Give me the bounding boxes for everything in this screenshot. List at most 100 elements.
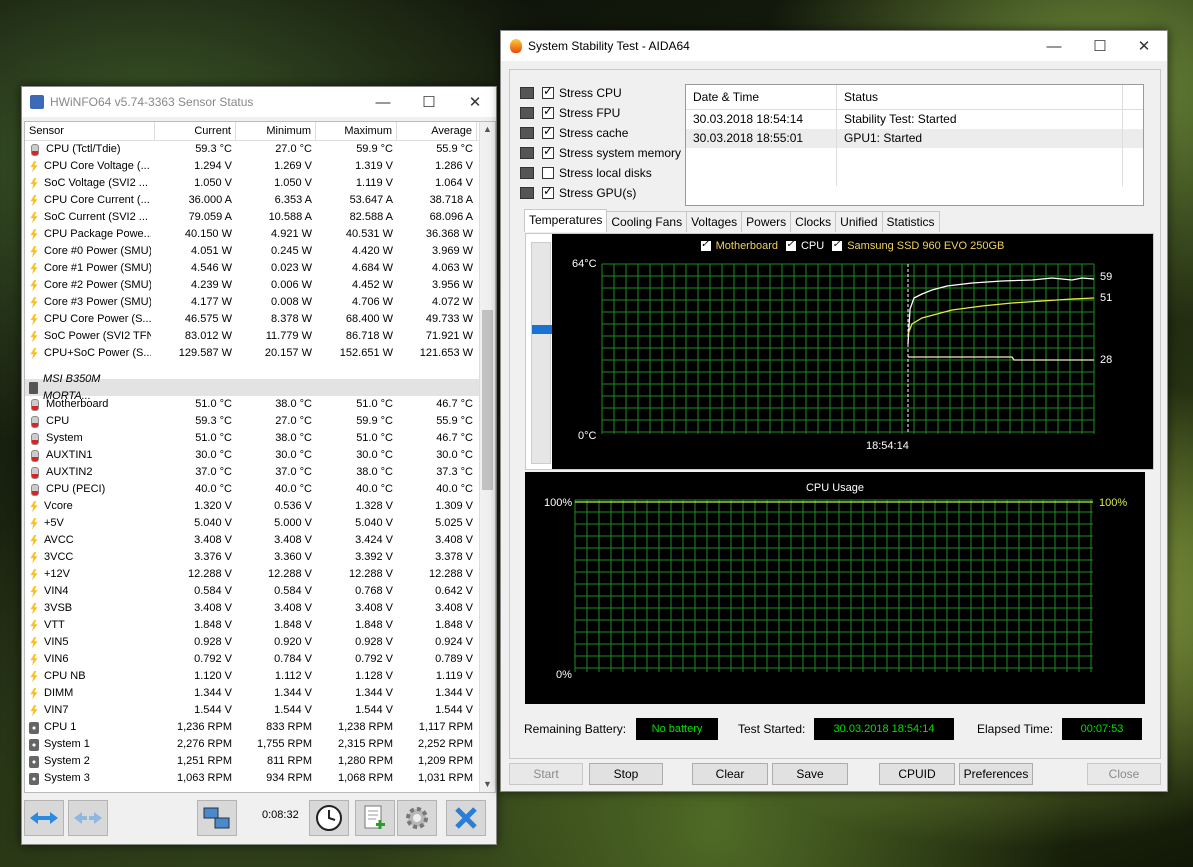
sensor-row[interactable]: VIN6 0.792 V 0.784 V 0.792 V 0.789 V — [25, 651, 495, 668]
maximize-icon[interactable]: ☐ — [1077, 31, 1123, 61]
stress-checkbox[interactable] — [542, 167, 554, 179]
sensor-row[interactable]: CPU Core Power (S... 46.575 W 8.378 W 68.40… — [25, 311, 495, 328]
save-button[interactable]: Save — [772, 763, 848, 785]
sensor-row[interactable]: CPU+SoC Power (S... 129.587 W 20.157 W 152.… — [25, 345, 495, 362]
stress-option[interactable]: Stress local disks — [520, 164, 652, 182]
sensor-current: 2,276 RPM — [176, 738, 232, 750]
stress-option[interactable]: Stress GPU(s) — [520, 184, 636, 202]
nav-both-arrows-button[interactable] — [24, 800, 64, 836]
minimize-icon[interactable]: — — [360, 87, 406, 117]
sensor-row[interactable]: +12V 12.288 V 12.288 V 12.288 V 12.288 V — [25, 566, 495, 583]
sensor-group-header[interactable]: MSI B350M MORTA... — [25, 373, 495, 402]
tab-powers[interactable]: Powers — [741, 211, 792, 232]
stress-checkbox[interactable] — [542, 105, 554, 119]
clock-button[interactable] — [309, 800, 349, 836]
report-button[interactable] — [355, 800, 395, 836]
sensor-row[interactable]: 3VSB 3.408 V 3.408 V 3.408 V 3.408 V — [25, 600, 495, 617]
sensor-row[interactable]: SoC Voltage (SVI2 ... 1.050 V 1.050 V 1.119… — [25, 175, 495, 192]
sensor-row[interactable]: Vcore 1.320 V 0.536 V 1.328 V 1.309 V — [25, 498, 495, 515]
sensor-row[interactable]: CPU Core Current (... 36.000 A 6.353 A 53.6… — [25, 192, 495, 209]
cpuid-button[interactable]: CPUID — [879, 763, 955, 785]
clear-button[interactable]: Clear — [692, 763, 768, 785]
chart-slider[interactable] — [531, 242, 556, 464]
maximize-icon[interactable]: ☐ — [406, 87, 452, 117]
col-average[interactable]: Average — [397, 122, 477, 140]
stress-option[interactable]: Stress cache — [520, 124, 628, 142]
tab-voltages[interactable]: Voltages — [686, 211, 743, 232]
tab-unified[interactable]: Unified — [835, 211, 883, 232]
usage-graph — [574, 499, 1093, 672]
sensor-row[interactable]: Core #1 Power (SMU) 4.546 W 0.023 W 4.684 W… — [25, 260, 495, 277]
clock-icon — [316, 805, 342, 831]
log-row[interactable]: 30.03.2018 18:54:14 Stability Test: Star… — [686, 110, 1143, 129]
stress-option[interactable]: Stress FPU — [520, 104, 620, 122]
sensor-row[interactable]: CPU (Tctl/Tdie) 59.3 °C 27.0 °C 59.9 °C 55.9… — [25, 141, 495, 158]
close-icon[interactable]: ✕ — [452, 87, 498, 117]
sensor-name: System 3 — [44, 772, 90, 784]
col-minimum[interactable]: Minimum — [236, 122, 316, 140]
sensor-row[interactable]: CPU (PECI) 40.0 °C 40.0 °C 40.0 °C 40.0 °C — [25, 481, 495, 498]
scroll-down-icon[interactable]: ▼ — [480, 777, 495, 792]
sensor-row[interactable]: CPU Core Voltage (... 1.294 V 1.269 V 1.319… — [25, 158, 495, 175]
stress-checkbox[interactable] — [542, 185, 554, 199]
sensor-row[interactable]: CPU 59.3 °C 27.0 °C 59.9 °C 55.9 °C — [25, 413, 495, 430]
network-button[interactable] — [197, 800, 237, 836]
fan-icon — [29, 721, 39, 734]
sensor-row[interactable]: Core #3 Power (SMU) 4.177 W 0.008 W 4.706 W… — [25, 294, 495, 311]
sensor-row[interactable]: AVCC 3.408 V 3.408 V 3.424 V 3.408 V — [25, 532, 495, 549]
nav-collapse-button[interactable] — [68, 800, 108, 836]
sensor-row[interactable]: Core #2 Power (SMU) 4.239 W 0.006 W 4.452 W… — [25, 277, 495, 294]
sensor-row[interactable]: System 51.0 °C 38.0 °C 51.0 °C 46.7 °C — [25, 430, 495, 447]
sensor-row[interactable]: System 1 2,276 RPM 1,755 RPM 2,315 RPM 2,252… — [25, 736, 495, 753]
stress-checkbox[interactable] — [542, 85, 554, 99]
sensor-row[interactable]: AUXTIN1 30.0 °C 30.0 °C 30.0 °C 30.0 °C — [25, 447, 495, 464]
tab-statistics[interactable]: Statistics — [881, 211, 940, 232]
log-col-datetime[interactable]: Date & Time — [686, 85, 837, 109]
sensor-row[interactable]: VIN7 1.544 V 1.544 V 1.544 V 1.544 V — [25, 702, 495, 719]
aida-titlebar[interactable]: System Stability Test - AIDA64 — ☐ ✕ — [501, 31, 1167, 61]
cpu-usage-chart: CPU Usage 100% 0% 100% — [525, 472, 1145, 704]
stop-button[interactable]: Stop — [589, 763, 663, 785]
col-current[interactable]: Current — [155, 122, 236, 140]
stress-checkbox[interactable] — [542, 145, 554, 159]
sensor-row[interactable]: VIN5 0.928 V 0.920 V 0.928 V 0.924 V — [25, 634, 495, 651]
vertical-scrollbar[interactable]: ▲ ▼ — [479, 122, 495, 792]
scrollbar-thumb[interactable] — [482, 310, 493, 490]
sensor-row[interactable]: System 3 1,063 RPM 934 RPM 1,068 RPM 1,031 R… — [25, 770, 495, 787]
close-icon[interactable]: ✕ — [1121, 31, 1167, 61]
sensor-row[interactable]: DIMM 1.344 V 1.344 V 1.344 V 1.344 V — [25, 685, 495, 702]
log-col-status[interactable]: Status — [837, 85, 1123, 109]
hwinfo-titlebar[interactable]: HWiNFO64 v5.74-3363 Sensor Status — ☐ ✕ — [22, 87, 496, 117]
sensor-row[interactable]: CPU NB 1.120 V 1.112 V 1.128 V 1.119 V — [25, 668, 495, 685]
col-maximum[interactable]: Maximum — [316, 122, 397, 140]
tab-temperatures[interactable]: Temperatures — [524, 209, 608, 232]
sensor-row[interactable]: System 2 1,251 RPM 811 RPM 1,280 RPM 1,209 R… — [25, 753, 495, 770]
log-row[interactable]: 30.03.2018 18:55:01 GPU1: Started — [686, 129, 1143, 148]
sensor-row[interactable]: CPU Package Powe... 40.150 W 4.921 W 40.531… — [25, 226, 495, 243]
minimize-icon[interactable]: — — [1031, 31, 1077, 61]
start-button[interactable]: Start — [509, 763, 583, 785]
scroll-up-icon[interactable]: ▲ — [480, 122, 495, 137]
stress-option[interactable]: Stress system memory — [520, 144, 681, 162]
col-sensor[interactable]: Sensor — [25, 122, 155, 140]
sensor-average: 1.286 V — [435, 160, 473, 172]
sensor-name: +12V — [44, 568, 70, 580]
tab-cooling-fans[interactable]: Cooling Fans — [606, 211, 688, 232]
sensor-row[interactable]: +5V 5.040 V 5.000 V 5.040 V 5.025 V — [25, 515, 495, 532]
sensor-row[interactable]: 3VCC 3.376 V 3.360 V 3.392 V 3.378 V — [25, 549, 495, 566]
sensor-row[interactable]: SoC Power (SVI2 TFN) 83.012 W 11.779 W 86.7… — [25, 328, 495, 345]
settings-button[interactable] — [397, 800, 437, 836]
sensor-row[interactable]: VTT 1.848 V 1.848 V 1.848 V 1.848 V — [25, 617, 495, 634]
tab-clocks[interactable]: Clocks — [790, 211, 837, 232]
stress-checkbox[interactable] — [542, 125, 554, 139]
close-button[interactable]: Close — [1087, 763, 1161, 785]
exit-button[interactable] — [446, 800, 486, 836]
sensor-row[interactable]: Core #0 Power (SMU) 4.051 W 0.245 W 4.420 W… — [25, 243, 495, 260]
sensor-row[interactable]: SoC Current (SVI2 ... 79.059 A 10.588 A 82.… — [25, 209, 495, 226]
preferences-button[interactable]: Preferences — [959, 763, 1033, 785]
stress-option[interactable]: Stress CPU — [520, 84, 622, 102]
sensor-row[interactable]: Motherboard 51.0 °C 38.0 °C 51.0 °C 46.7 °C — [25, 396, 495, 413]
sensor-row[interactable]: AUXTIN2 37.0 °C 37.0 °C 38.0 °C 37.3 °C — [25, 464, 495, 481]
sensor-row[interactable]: CPU 1 1,236 RPM 833 RPM 1,238 RPM 1,117 RPM — [25, 719, 495, 736]
sensor-row[interactable]: VIN4 0.584 V 0.584 V 0.768 V 0.642 V — [25, 583, 495, 600]
